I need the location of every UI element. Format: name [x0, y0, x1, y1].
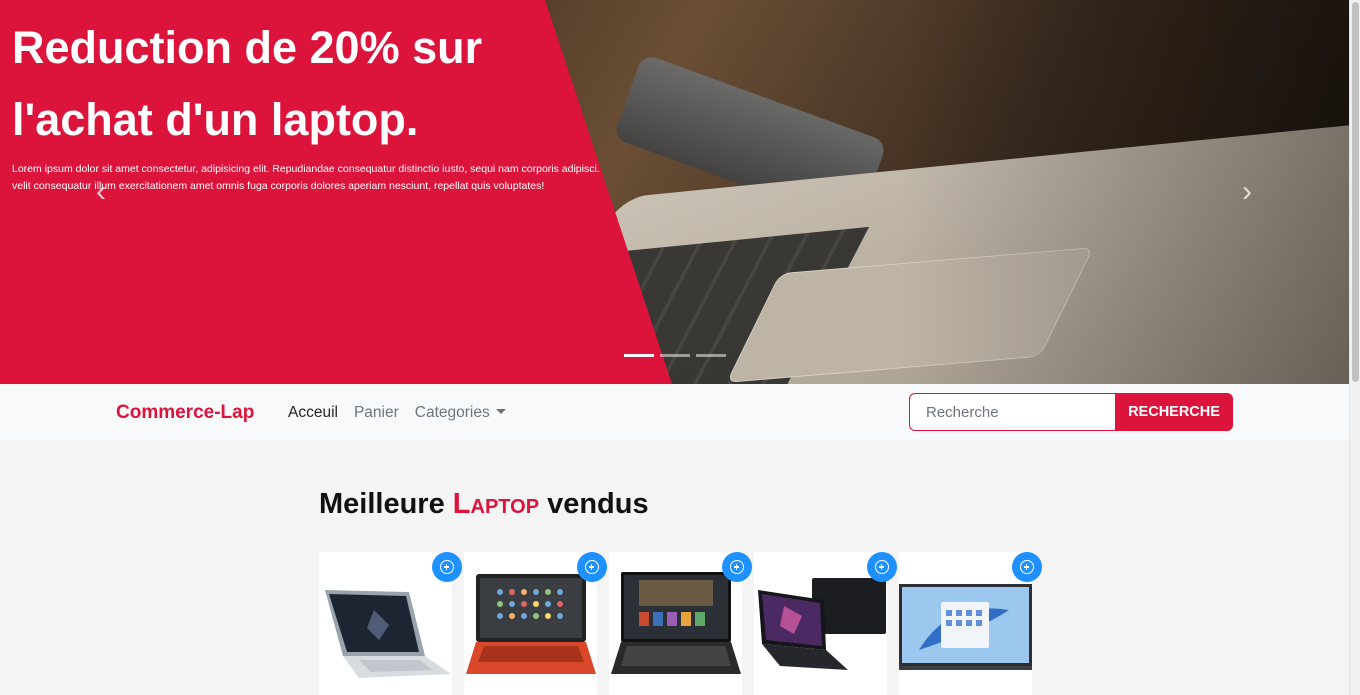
product-card[interactable] — [319, 552, 462, 695]
product-card[interactable] — [464, 552, 607, 695]
product-card[interactable] — [754, 552, 897, 695]
plus-circle-icon — [875, 560, 889, 574]
carousel-indicators — [624, 354, 726, 357]
product-card[interactable] — [899, 552, 1042, 695]
caret-down-icon — [495, 409, 506, 414]
carousel-indicator-1[interactable] — [624, 354, 654, 357]
product-image — [464, 570, 597, 682]
add-to-cart-button[interactable] — [577, 552, 607, 582]
product-image — [609, 570, 742, 682]
search-input[interactable] — [909, 393, 1115, 431]
carousel-indicator-3[interactable] — [696, 354, 726, 357]
add-to-cart-button[interactable] — [432, 552, 462, 582]
chevron-right-icon[interactable]: › — [1232, 177, 1262, 207]
nav-dropdown-label: Categories — [414, 404, 490, 421]
nav-link-acceuil[interactable]: Acceuil — [288, 404, 338, 422]
plus-circle-icon — [1020, 560, 1034, 574]
nav-link-panier[interactable]: Panier — [354, 404, 399, 422]
add-to-cart-button[interactable] — [867, 552, 897, 582]
search-form: RECHERCHE — [909, 393, 1233, 431]
section-title-accent: Laptop — [452, 488, 540, 520]
scrollbar-thumb[interactable] — [1352, 2, 1359, 382]
nav-dropdown-categories[interactable]: Categories — [415, 404, 506, 422]
search-button[interactable]: RECHERCHE — [1115, 393, 1233, 431]
product-image — [754, 570, 887, 682]
add-to-cart-button[interactable] — [1012, 552, 1042, 582]
product-image — [319, 570, 452, 682]
carousel-indicator-2[interactable] — [660, 354, 690, 357]
hero-title: Reduction de 20% sur l'achat d'un laptop… — [12, 22, 483, 145]
nav-links: Acceuil Panier Categories — [288, 404, 506, 422]
plus-circle-icon — [585, 560, 599, 574]
page-scrollbar[interactable] — [1349, 0, 1360, 695]
product-list — [319, 552, 1042, 695]
chevron-left-icon[interactable]: ‹ — [86, 177, 116, 207]
plus-circle-icon — [440, 560, 454, 574]
plus-circle-icon — [730, 560, 744, 574]
product-card[interactable] — [609, 552, 752, 695]
add-to-cart-button[interactable] — [722, 552, 752, 582]
product-image — [899, 570, 1032, 682]
brand-logo[interactable]: Commerce-Lap — [116, 402, 254, 424]
navbar: Commerce-Lap Acceuil Panier Categories R… — [0, 384, 1349, 440]
hero-carousel: Reduction de 20% sur l'achat d'un laptop… — [0, 0, 1349, 384]
section-title: Meilleure Laptop vendus — [319, 488, 649, 520]
